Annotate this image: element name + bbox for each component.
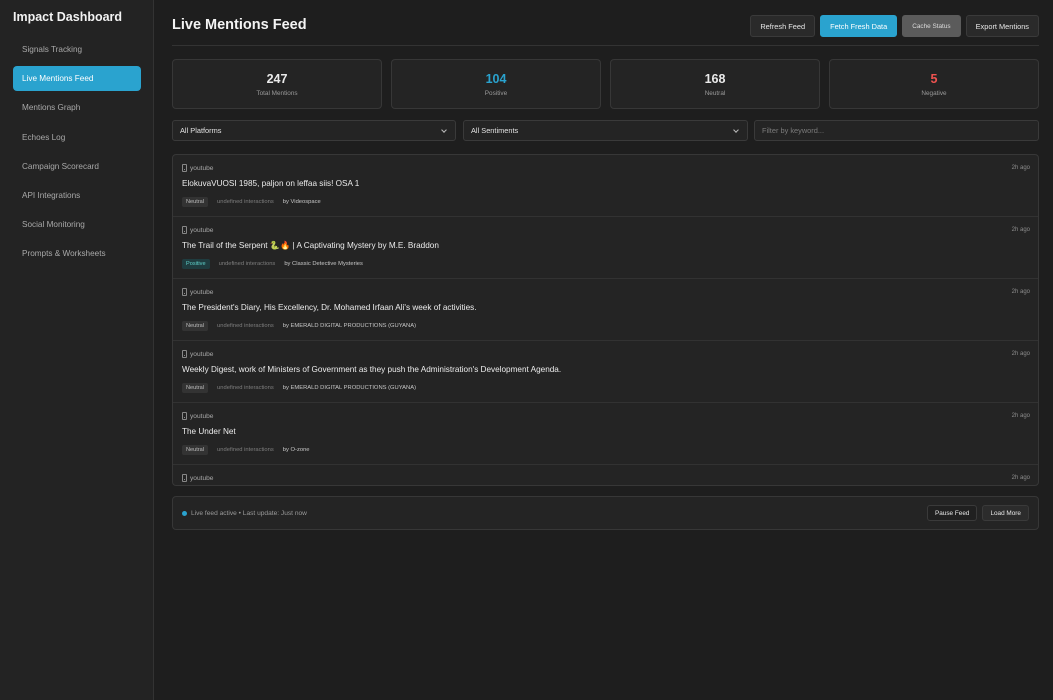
sentiment-badge: Neutral bbox=[182, 197, 209, 207]
stat-card-negative: 5 Negative bbox=[829, 59, 1039, 109]
mentions-feed[interactable]: youtube 2h ago ElokuvaVUOSI 1985, paljon… bbox=[172, 154, 1039, 486]
chevron-down-icon bbox=[441, 127, 447, 133]
stat-label-neutral: Neutral bbox=[704, 89, 726, 97]
platform-label: youtube bbox=[190, 288, 214, 296]
pause-feed-button[interactable]: Pause Feed bbox=[926, 505, 978, 521]
item-interactions: undefined interactions bbox=[217, 323, 274, 329]
platform-label: youtube bbox=[190, 412, 214, 420]
list-item[interactable]: youtube 2h ago The President's Diary, Hi… bbox=[173, 279, 1038, 341]
item-time: 2h ago bbox=[1011, 165, 1030, 171]
item-author: by O-zone bbox=[282, 447, 310, 453]
stat-value-positive: 104 bbox=[485, 71, 507, 86]
phone-icon bbox=[182, 226, 187, 234]
stat-value-neutral: 168 bbox=[704, 71, 726, 86]
item-interactions: undefined interactions bbox=[217, 447, 274, 453]
list-item[interactable]: youtube 2h ago bbox=[173, 465, 1038, 485]
platform-label: youtube bbox=[190, 164, 214, 172]
item-time: 2h ago bbox=[1011, 227, 1030, 233]
item-author: by EMERALD DIGITAL PRODUCTIONS (GUYANA) bbox=[282, 323, 417, 329]
live-status-text: Live feed active • Last update: Just now bbox=[191, 509, 307, 517]
cache-status-button[interactable]: Cache Status bbox=[902, 15, 961, 37]
phone-icon bbox=[182, 288, 187, 296]
refresh-feed-button[interactable]: Refresh Feed bbox=[750, 15, 816, 37]
stat-label-negative: Negative bbox=[921, 89, 947, 97]
item-interactions: undefined interactions bbox=[218, 261, 276, 267]
item-title[interactable]: ElokuvaVUOSI 1985, paljon on leffaa siis… bbox=[182, 179, 359, 188]
item-author: by EMERALD DIGITAL PRODUCTIONS (GUYANA) bbox=[282, 385, 417, 391]
stat-value-negative: 5 bbox=[930, 71, 938, 86]
sentiment-select[interactable]: All Sentiments bbox=[463, 120, 748, 141]
stat-label-total: Total Mentions bbox=[256, 89, 298, 97]
item-time: 2h ago bbox=[1011, 351, 1030, 357]
sentiment-select-value: All Sentiments bbox=[471, 126, 519, 135]
platform-label: youtube bbox=[190, 474, 214, 482]
chevron-down-icon bbox=[733, 127, 739, 133]
item-author: by Videospace bbox=[282, 199, 321, 205]
sidebar-item-prompts-worksheets[interactable]: Prompts & Worksheets bbox=[13, 241, 141, 266]
page-title: Live Mentions Feed bbox=[172, 17, 307, 33]
export-mentions-button[interactable]: Export Mentions bbox=[965, 15, 1039, 37]
stat-label-positive: Positive bbox=[484, 89, 508, 97]
fetch-fresh-data-button[interactable]: Fetch Fresh Data bbox=[820, 15, 898, 37]
stat-card-positive: 104 Positive bbox=[391, 59, 601, 109]
item-author: by Classic Detective Mysteries bbox=[284, 261, 363, 267]
sidebar-item-live-mentions-feed[interactable]: Live Mentions Feed bbox=[13, 66, 141, 92]
platform-select-value: All Platforms bbox=[180, 126, 222, 135]
live-dot-icon bbox=[182, 511, 187, 516]
sidebar-item-mentions-graph[interactable]: Mentions Graph bbox=[13, 95, 141, 120]
platform-select[interactable]: All Platforms bbox=[172, 120, 456, 141]
item-time: 2h ago bbox=[1011, 475, 1030, 481]
sidebar-nav: Signals Tracking Live Mentions Feed Ment… bbox=[13, 37, 141, 271]
sidebar-item-api-integrations[interactable]: API Integrations bbox=[13, 183, 141, 208]
list-item[interactable]: youtube 2h ago ElokuvaVUOSI 1985, paljon… bbox=[173, 155, 1038, 217]
sentiment-badge: Neutral bbox=[182, 445, 209, 455]
sidebar-item-campaign-scorecard[interactable]: Campaign Scorecard bbox=[13, 154, 141, 179]
phone-icon bbox=[182, 474, 187, 482]
item-title[interactable]: Weekly Digest, work of Ministers of Gove… bbox=[182, 365, 561, 374]
filters-row: All Platforms All Sentiments bbox=[172, 120, 1039, 141]
sentiment-badge: Positive bbox=[182, 259, 210, 269]
feed-footer: Live feed active • Last update: Just now… bbox=[172, 496, 1039, 530]
stat-value-total: 247 bbox=[266, 71, 288, 86]
item-title[interactable]: The President's Diary, His Excellency, D… bbox=[182, 303, 477, 312]
platform-label: youtube bbox=[190, 226, 214, 234]
phone-icon bbox=[182, 412, 187, 420]
item-interactions: undefined interactions bbox=[217, 385, 274, 391]
sentiment-badge: Neutral bbox=[182, 321, 209, 331]
sidebar-item-signals-tracking[interactable]: Signals Tracking bbox=[13, 37, 141, 62]
stat-card-total: 247 Total Mentions bbox=[172, 59, 382, 109]
platform-label: youtube bbox=[190, 350, 214, 358]
phone-icon bbox=[182, 164, 187, 172]
item-title[interactable]: The Under Net bbox=[182, 427, 236, 436]
sentiment-badge: Neutral bbox=[182, 383, 209, 393]
header-divider bbox=[172, 45, 1039, 46]
sidebar-item-echoes-log[interactable]: Echoes Log bbox=[13, 125, 141, 150]
keyword-filter-input[interactable] bbox=[754, 120, 1039, 141]
item-title[interactable]: The Trail of the Serpent 🐍🔥 | A Captivat… bbox=[182, 241, 439, 251]
list-item[interactable]: youtube 2h ago The Trail of the Serpent … bbox=[173, 217, 1038, 279]
stat-card-neutral: 168 Neutral bbox=[610, 59, 820, 109]
load-more-button[interactable]: Load More bbox=[982, 505, 1029, 521]
item-time: 2h ago bbox=[1011, 289, 1030, 295]
list-item[interactable]: youtube 2h ago The Under Net Neutral und… bbox=[173, 403, 1038, 465]
sidebar-item-social-monitoring[interactable]: Social Monitoring bbox=[13, 212, 141, 237]
list-item[interactable]: youtube 2h ago Weekly Digest, work of Mi… bbox=[173, 341, 1038, 403]
item-time: 2h ago bbox=[1011, 413, 1030, 419]
item-interactions: undefined interactions bbox=[217, 199, 274, 205]
phone-icon bbox=[182, 350, 187, 358]
app-title: Impact Dashboard bbox=[13, 10, 123, 24]
header-toolbar: Refresh Feed Fetch Fresh Data Cache Stat… bbox=[750, 15, 1039, 37]
sidebar: Impact Dashboard Signals Tracking Live M… bbox=[0, 0, 154, 700]
stats-row: 247 Total Mentions 104 Positive 168 Neut… bbox=[172, 59, 1039, 109]
